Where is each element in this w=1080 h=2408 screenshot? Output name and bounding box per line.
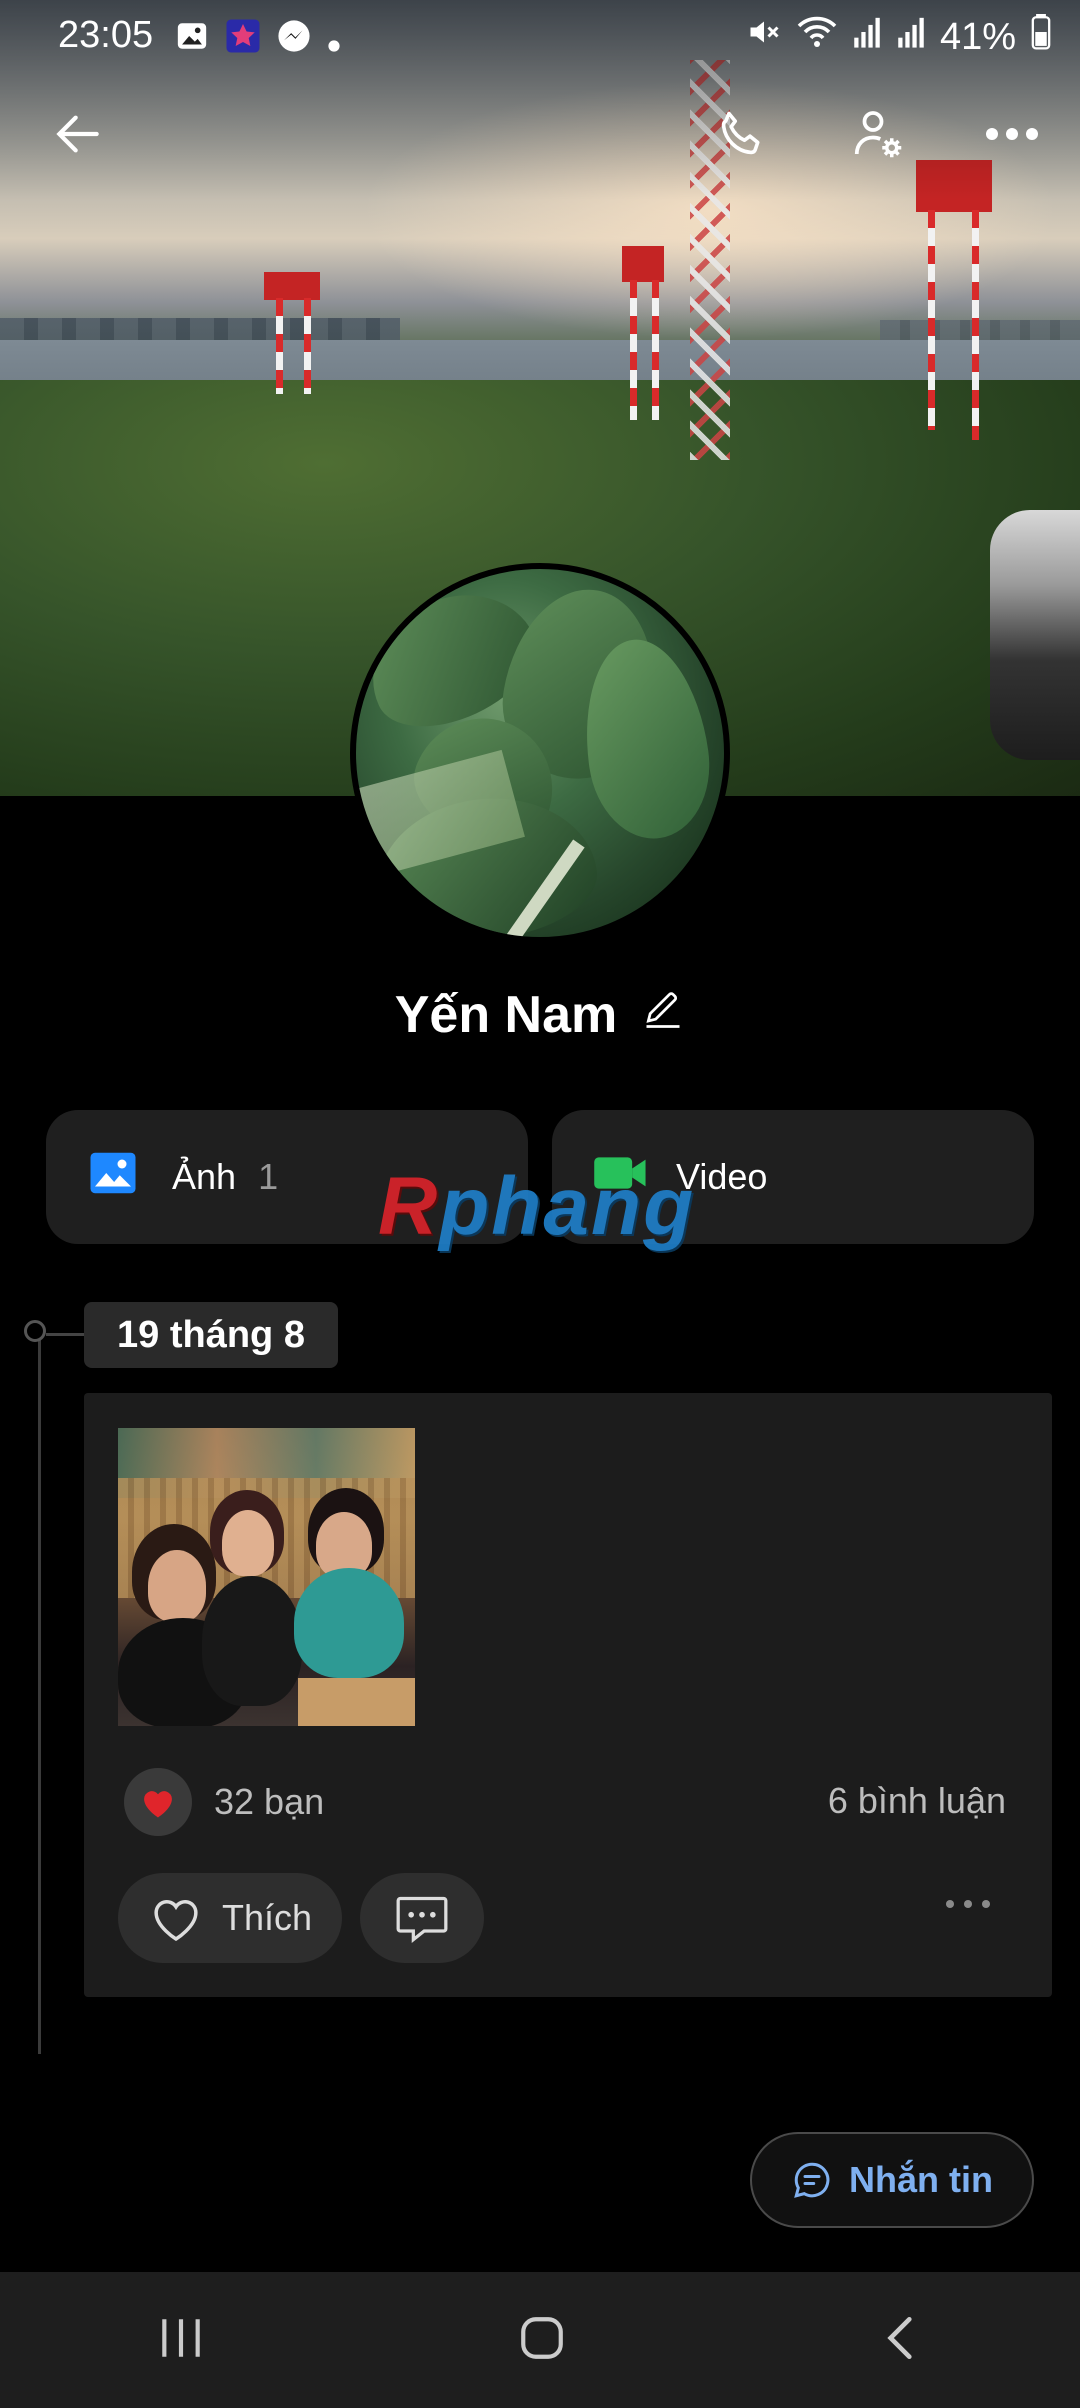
recent-apps-icon [161, 2318, 200, 2357]
dot-icon [327, 20, 341, 63]
back-button[interactable] [38, 94, 118, 174]
battery-icon [1030, 14, 1052, 60]
post-more-button[interactable] [946, 1900, 990, 1908]
watermark-logo: Rphang [378, 1161, 696, 1252]
message-label: Nhắn tin [849, 2159, 993, 2200]
cover-pole [928, 210, 935, 430]
system-icons: 41% [746, 14, 1052, 60]
cover-pole [630, 280, 637, 420]
cover-pole [652, 280, 659, 420]
edit-name-button[interactable] [641, 985, 685, 1045]
profile-settings-button[interactable] [838, 94, 918, 174]
cover-pole [304, 298, 311, 394]
timeline-date: 19 tháng 8 [84, 1302, 338, 1368]
more-horizontal-icon [946, 1900, 954, 1908]
photos-count: 1 [258, 1156, 279, 1197]
heart-outline-icon [154, 1900, 198, 1942]
home-icon [521, 2316, 563, 2359]
timeline-line [38, 1334, 41, 2054]
comments-count[interactable]: 6 bình luận [828, 1780, 1006, 1822]
cover-scooter [990, 510, 1080, 760]
status-time: 23:05 [58, 14, 154, 56]
pencil-icon [646, 992, 680, 1028]
signal-icon [896, 15, 926, 59]
arrow-left-icon [56, 115, 99, 153]
system-nav-bar [0, 2272, 1080, 2408]
home-button[interactable] [517, 2313, 567, 2368]
user-gear-icon [854, 111, 902, 158]
comment-button[interactable] [360, 1873, 484, 1963]
cover-pole [276, 298, 283, 394]
like-button[interactable]: Thích [118, 1873, 342, 1963]
photo-icon [86, 1146, 140, 1209]
chevron-left-icon [887, 2316, 912, 2359]
timeline-dot [24, 1320, 46, 1342]
star-app-icon [225, 18, 261, 64]
mute-icon [746, 14, 782, 60]
messenger-icon [277, 19, 311, 63]
likes-count: 32 bạn [214, 1781, 325, 1822]
cover-sign [622, 246, 664, 282]
phone-icon [721, 111, 760, 155]
image-icon [175, 19, 209, 63]
call-button[interactable] [702, 94, 782, 174]
wifi-icon [796, 14, 838, 60]
more-horizontal-icon [986, 128, 1038, 140]
signal-icon [852, 15, 882, 59]
more-options-button[interactable] [972, 94, 1052, 174]
cover-pole [972, 210, 979, 440]
cover-sign [264, 272, 320, 300]
reaction-badge [124, 1768, 192, 1836]
post-photo[interactable] [118, 1428, 415, 1726]
post-reactions[interactable]: 32 bạn [124, 1768, 324, 1836]
comment-icon [396, 1896, 448, 1944]
chat-icon [794, 2162, 830, 2198]
system-back-button[interactable] [878, 2313, 924, 2368]
photos-label: Ảnh [172, 1156, 237, 1197]
status-bar: 23:05 41% [0, 0, 1080, 72]
notification-icons [175, 18, 341, 64]
recent-apps-button[interactable] [156, 2315, 206, 2366]
timeline-connector [46, 1333, 84, 1336]
avatar[interactable] [350, 563, 730, 943]
heart-icon [144, 1791, 172, 1818]
battery-text: 41% [939, 15, 1016, 58]
like-label: Thích [221, 1897, 313, 1938]
message-button[interactable]: Nhắn tin [750, 2132, 1034, 2228]
profile-name-row: Yến Nam [0, 985, 1080, 1045]
profile-name: Yến Nam [394, 986, 618, 1044]
